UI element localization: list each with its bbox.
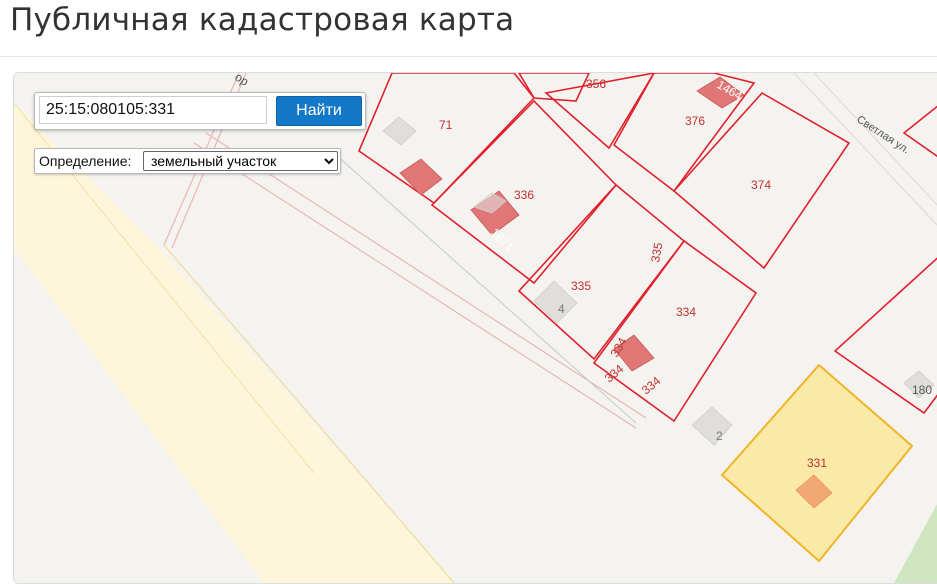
cadastral-map[interactable]: 71 356 376 374 336 335 334 331 180 335 3… xyxy=(13,72,937,584)
page-title: Публичная кадастровая карта xyxy=(10,2,515,38)
title-divider xyxy=(0,56,937,57)
parcel-label: 331 xyxy=(807,456,827,470)
definition-panel: Определение: земельный участок xyxy=(34,148,341,174)
definition-select[interactable]: земельный участок xyxy=(143,151,338,171)
parcel-label: 71 xyxy=(439,118,453,132)
cadastral-number-input[interactable] xyxy=(39,96,267,124)
parcel-label: 356 xyxy=(586,77,606,91)
search-panel: Найти xyxy=(34,92,366,130)
parcel-label: 180 xyxy=(912,383,932,397)
find-button[interactable]: Найти xyxy=(276,96,362,126)
parcel-label: 335 xyxy=(571,279,591,293)
parcel-label: 4 xyxy=(558,302,565,316)
definition-label: Определение: xyxy=(39,153,132,169)
parcel-label: 374 xyxy=(751,178,771,192)
parcel-label: 2 xyxy=(716,429,723,443)
parcel-label: 336 xyxy=(514,188,534,202)
parcel-label: 334 xyxy=(676,305,696,319)
parcel-label: 376 xyxy=(685,114,705,128)
